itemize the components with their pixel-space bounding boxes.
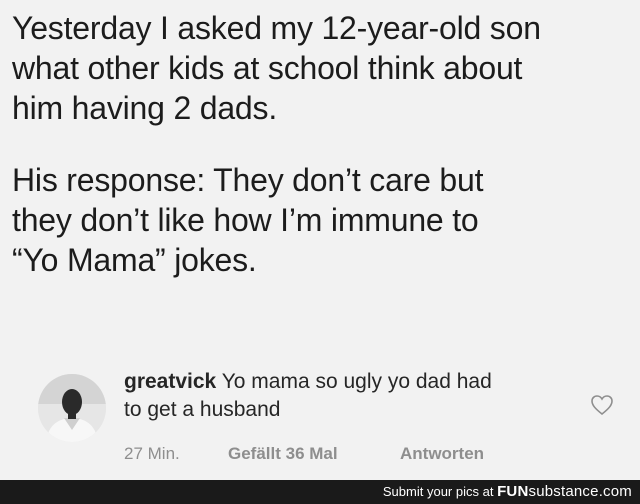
comment-username[interactable]: greatvick — [124, 370, 216, 393]
avatar-photo — [38, 374, 106, 442]
post-line: Yesterday I asked my 12-year-old son — [12, 10, 541, 46]
comment-likes[interactable]: Gefällt 36 Mal — [228, 444, 400, 464]
comment: greatvick Yo mama so ugly yo dad had to … — [38, 368, 628, 474]
footer-prefix: Submit your pics at — [382, 484, 494, 499]
comment-body: greatvick Yo mama so ugly yo dad had to … — [124, 368, 564, 424]
post-paragraph-1: Yesterday I asked my 12-year-old son wha… — [12, 8, 636, 128]
footer-credit[interactable]: Submit your pics at FUNsubstance.com — [383, 483, 632, 500]
reply-button[interactable]: Antworten — [400, 444, 484, 464]
post-line: they don’t like how I’m immune to — [12, 202, 479, 238]
logo-substance: substance — [528, 483, 599, 500]
post-line: His response: They don’t care but — [12, 162, 484, 198]
logo-fun: FUN — [497, 483, 529, 500]
comment-text: to get a husband — [124, 398, 281, 421]
footer-bar: Submit your pics at FUNsubstance.com — [0, 480, 640, 504]
comment-time: 27 Min. — [124, 444, 180, 463]
post-line: “Yo Mama” jokes. — [12, 242, 257, 278]
avatar[interactable] — [38, 374, 106, 442]
post-paragraph-2: His response: They don’t care but they d… — [12, 160, 636, 280]
comment-text: Yo mama so ugly yo dad had — [221, 370, 492, 393]
funsubstance-logo: FUNsubstance.com — [497, 483, 632, 500]
post-text: Yesterday I asked my 12-year-old son wha… — [12, 8, 636, 280]
post-line: him having 2 dads. — [12, 90, 278, 126]
heart-outline-icon[interactable] — [590, 394, 614, 416]
logo-com: .com — [598, 483, 632, 500]
comment-meta: 27 Min. Gefällt 36 Mal Antworten — [124, 444, 484, 464]
post-line: what other kids at school think about — [12, 50, 523, 86]
